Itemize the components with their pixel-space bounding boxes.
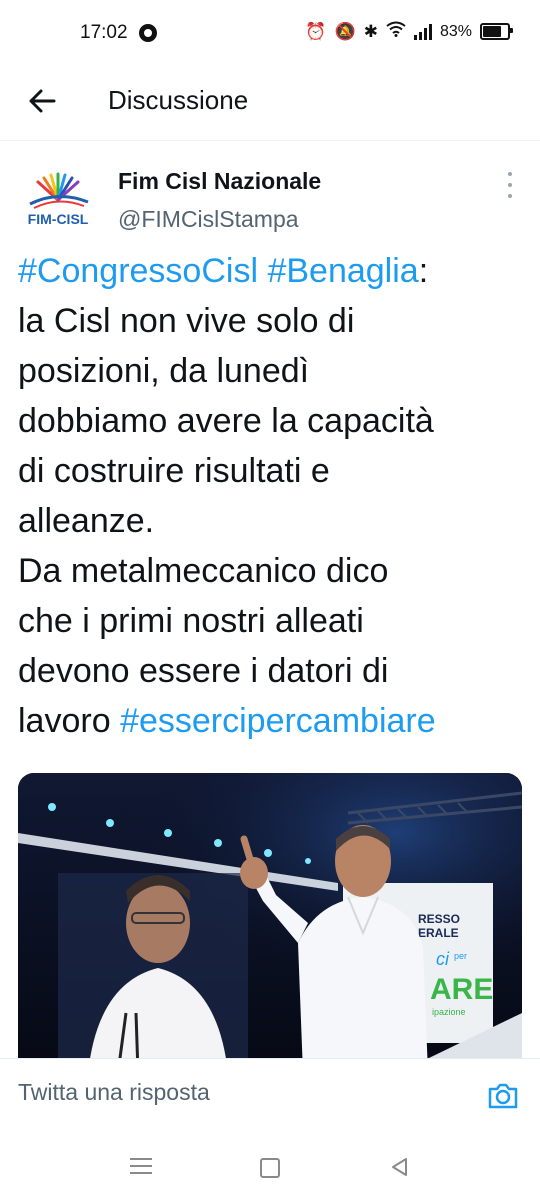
author-handle[interactable]: @FIMCislStampa xyxy=(118,206,299,233)
hashtag-link[interactable]: #essercipercambiare xyxy=(120,702,436,740)
reply-input[interactable]: Twitta una risposta xyxy=(18,1079,210,1106)
back-triangle-icon[interactable] xyxy=(389,1156,411,1178)
tweet-line: posizioni, da lunedì xyxy=(18,352,310,390)
more-vertical-icon xyxy=(508,172,512,176)
status-time: 17:02 xyxy=(80,22,128,43)
reply-bar: Twitta una risposta xyxy=(0,1058,540,1129)
battery-level xyxy=(483,26,501,37)
tweet-line: lavoro #essercipercambiare xyxy=(18,702,436,740)
camera-icon xyxy=(488,1083,518,1109)
svg-text:ERALE: ERALE xyxy=(418,926,459,940)
arrow-left-icon xyxy=(29,89,56,113)
signal-icon xyxy=(413,23,432,40)
wifi-icon xyxy=(386,21,406,42)
mute-icon: 🔕 xyxy=(334,21,356,41)
svg-text:ci: ci xyxy=(436,949,450,969)
author-name[interactable]: Fim Cisl Nazionale xyxy=(118,168,321,195)
system-nav-bar xyxy=(0,1128,540,1200)
avatar[interactable]: FIM-CISL xyxy=(18,166,98,246)
bluetooth-icon: ✱ xyxy=(363,21,378,41)
fim-cisl-logo: FIM-CISL xyxy=(28,172,89,227)
tweet-line: Da metalmeccanico dico xyxy=(18,552,389,590)
page-title: Discussione xyxy=(108,85,249,115)
hashtag-link[interactable]: #Benaglia xyxy=(267,252,418,290)
app-header: Discussione xyxy=(0,68,540,141)
svg-text:FIM-CISL: FIM-CISL xyxy=(28,211,89,227)
status-icons: ⏰ 🔕 ✱ 83% xyxy=(305,21,513,42)
tweet-line: alleanze. xyxy=(18,502,155,540)
more-options-button[interactable] xyxy=(500,172,520,198)
tweet-line: la Cisl non vive solo di xyxy=(18,302,355,340)
hashtag-link[interactable]: #CongressoCisl xyxy=(18,252,258,290)
home-icon[interactable] xyxy=(260,1158,280,1178)
status-bar: 17:02 ⏰ 🔕 ✱ 83% xyxy=(0,0,540,68)
tweet-line: che i primi nostri alleati xyxy=(18,602,364,640)
svg-text:ARE: ARE xyxy=(430,973,493,1006)
alarm-icon: ⏰ xyxy=(305,21,327,41)
tweet-line: devono essere i datori di xyxy=(18,652,389,690)
back-button[interactable] xyxy=(22,82,62,122)
svg-text:RESSO: RESSO xyxy=(418,912,460,926)
battery-percent: 83% xyxy=(439,22,472,40)
tweet-line: di costruire risultati e xyxy=(18,452,330,490)
battery-icon xyxy=(480,23,513,40)
camera-button[interactable] xyxy=(486,1079,520,1113)
menu-icon[interactable] xyxy=(130,1158,152,1174)
tweet-line: dobbiamo avere la capacità xyxy=(18,402,434,440)
tweet-line: #CongressoCisl #Benaglia: xyxy=(18,252,429,290)
tweet-text: #CongressoCisl #Benaglia: la Cisl non vi… xyxy=(18,246,528,746)
tweet-photo[interactable]: RESSO ERALE ci per ARE ipazione xyxy=(18,773,522,1073)
svg-text:per: per xyxy=(454,951,467,961)
svg-text:ipazione: ipazione xyxy=(432,1007,466,1017)
notification-app-icon xyxy=(139,24,157,42)
speaker-photo: RESSO ERALE ci per ARE ipazione xyxy=(18,773,522,1073)
